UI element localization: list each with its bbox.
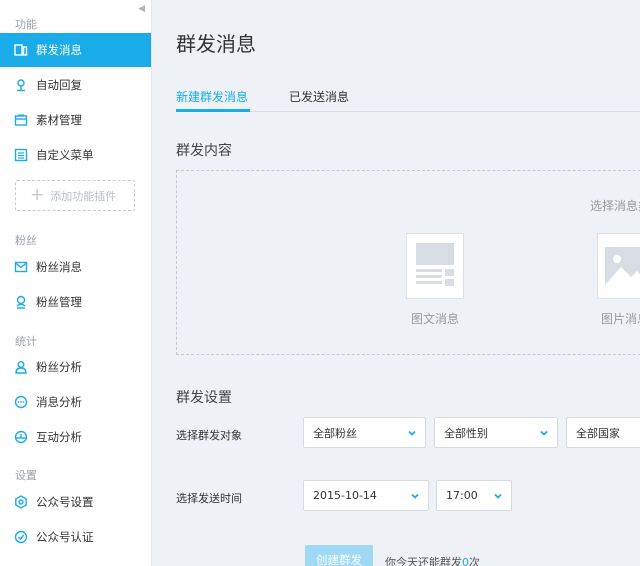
sidebar-item-fan-management[interactable]: 粉丝管理: [0, 285, 151, 319]
date-select[interactable]: 2015-10-14: [303, 480, 429, 511]
sidebar-item-label: 消息分析: [36, 395, 82, 409]
sidebar-item-account-verification[interactable]: 公众号认证: [0, 520, 151, 554]
select-value: 全部粉丝: [313, 426, 357, 440]
sidebar-item-interaction-analysis[interactable]: 互动分析: [0, 420, 151, 454]
time-select[interactable]: 17:00: [436, 480, 512, 511]
sidebar-item-label: 粉丝消息: [36, 260, 82, 274]
sidebar-item-label: 素材管理: [36, 113, 82, 127]
collapse-sidebar-icon[interactable]: ◀: [138, 4, 145, 14]
sidebar-item-label: 自动回复: [36, 78, 82, 92]
tab-new-broadcast[interactable]: 新建群发消息: [176, 88, 248, 105]
sidebar-item-auto-reply[interactable]: 自动回复: [0, 68, 151, 102]
image-type-button[interactable]: [597, 233, 640, 301]
image-type-label: 图片消息: [601, 312, 640, 326]
section-title-features: 功能: [15, 18, 37, 31]
section-title-settings: 设置: [15, 469, 37, 482]
chevron-down-icon: [411, 493, 419, 499]
sidebar-item-broadcast[interactable]: 群发消息: [0, 33, 151, 67]
sidebar: ◀ 功能 群发消息 自动回复 素材管理 自定义菜单 + 添加功能插件 粉丝 粉丝…: [0, 0, 152, 566]
sidebar-item-label: 公众号认证: [36, 530, 94, 544]
user-icon: [14, 360, 28, 374]
sidebar-item-account-settings[interactable]: 公众号设置: [0, 485, 151, 519]
menu-icon: [14, 148, 28, 162]
chat-bubble-icon: [14, 395, 28, 409]
section-title-stats: 统计: [15, 335, 37, 348]
active-tab-indicator: [176, 109, 250, 112]
sidebar-item-label: 群发消息: [36, 43, 82, 57]
news-article-icon: [406, 233, 464, 299]
sidebar-item-fan-messages[interactable]: 粉丝消息: [0, 250, 151, 284]
tab-sent-messages[interactable]: 已发送消息: [289, 88, 349, 105]
target-label: 选择群发对象: [176, 429, 242, 442]
country-select[interactable]: 全部国家: [566, 417, 640, 448]
choose-type-hint: 选择消息类型: [590, 199, 640, 213]
fans-icon: [14, 295, 28, 309]
page-title: 群发消息: [176, 32, 256, 56]
news-type-label: 图文消息: [411, 312, 460, 326]
sidebar-item-materials[interactable]: 素材管理: [0, 103, 151, 137]
verified-icon: [14, 530, 28, 544]
sidebar-item-custom-menu[interactable]: 自定义菜单: [0, 138, 151, 172]
interaction-icon: [14, 430, 28, 444]
sidebar-item-label: 粉丝管理: [36, 295, 82, 309]
sidebar-item-label: 公众号设置: [36, 495, 94, 509]
content-drop-area[interactable]: 选择消息类型 图文消息: [176, 170, 640, 355]
quota-count: 0: [462, 556, 469, 566]
select-value: 全部国家: [576, 426, 620, 440]
chevron-down-icon: [540, 430, 548, 436]
gear-icon: [14, 495, 28, 509]
date-value: 2015-10-14: [313, 489, 377, 502]
chevron-down-icon: [408, 430, 416, 436]
news-type-button[interactable]: [406, 233, 466, 301]
sidebar-item-message-analysis[interactable]: 消息分析: [0, 385, 151, 419]
settings-heading: 群发设置: [176, 390, 232, 406]
time-value: 17:00: [446, 489, 478, 502]
auto-reply-icon: [14, 78, 28, 92]
add-plugin-button[interactable]: + 添加功能插件: [15, 180, 135, 211]
quota-prefix: 你今天还能群发: [385, 556, 462, 566]
broadcast-icon: [14, 43, 28, 57]
sidebar-item-label: 粉丝分析: [36, 360, 82, 374]
sidebar-item-label: 自定义菜单: [36, 148, 94, 162]
main-panel: 群发消息 新建群发消息 已发送消息 群发内容 选择消息类型 图文消息: [153, 0, 640, 566]
fans-group-select[interactable]: 全部粉丝: [303, 417, 426, 448]
sidebar-item-label: 互动分析: [36, 430, 82, 444]
quota-suffix: 次: [469, 556, 480, 566]
select-value: 全部性别: [444, 426, 488, 440]
image-icon: [597, 233, 640, 299]
section-title-fans: 粉丝: [15, 234, 37, 247]
folder-icon: [14, 113, 28, 127]
plus-icon: +: [30, 185, 45, 205]
mail-icon: [14, 260, 28, 274]
time-label: 选择发送时间: [176, 492, 242, 505]
chevron-down-icon: [494, 493, 502, 499]
gender-select[interactable]: 全部性别: [434, 417, 558, 448]
content-heading: 群发内容: [176, 143, 232, 159]
create-broadcast-button[interactable]: 创建群发: [305, 545, 373, 566]
sidebar-item-fan-analysis[interactable]: 粉丝分析: [0, 350, 151, 384]
remaining-quota-text: 你今天还能群发0次: [385, 554, 480, 566]
add-plugin-label: 添加功能插件: [50, 189, 117, 203]
